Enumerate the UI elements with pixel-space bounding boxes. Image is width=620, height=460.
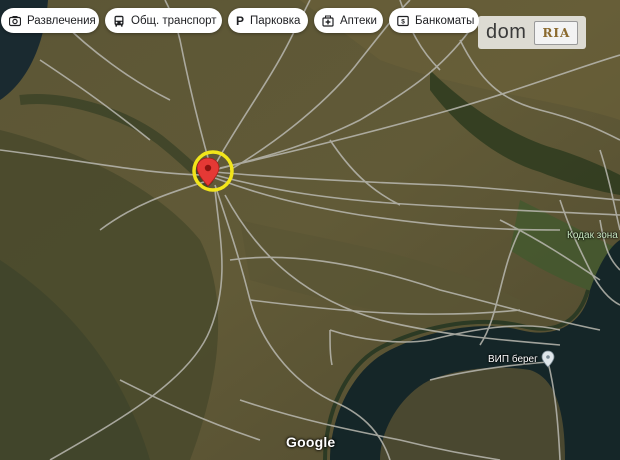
map-canvas[interactable]: Развлечения Общ. транспорт P Парковка Ап… — [0, 0, 620, 460]
pharmacy-icon — [322, 15, 334, 27]
satellite-terrain — [0, 0, 620, 460]
camera-icon — [9, 15, 21, 27]
chip-label: Общ. транспорт — [131, 14, 217, 27]
logo-badge: RIA — [534, 20, 579, 45]
chip-pharmacies[interactable]: Аптеки — [314, 8, 383, 33]
chip-parking[interactable]: P Парковка — [228, 8, 308, 33]
chip-label: Банкоматы — [415, 14, 475, 27]
chip-atms[interactable]: $ Банкоматы — [389, 8, 479, 33]
chip-public-transport[interactable]: Общ. транспорт — [105, 8, 222, 33]
chip-label: Парковка — [250, 14, 301, 27]
domria-logo[interactable]: dom RIA — [478, 16, 586, 49]
place-label-kodak[interactable]: Кодак зона — [567, 230, 618, 241]
place-label-vip[interactable]: ВИП берег — [488, 354, 538, 365]
bus-icon — [113, 15, 125, 27]
atm-icon: $ — [397, 15, 409, 27]
chip-label: Аптеки — [340, 14, 377, 27]
google-attribution: Google — [286, 434, 336, 450]
parking-icon: P — [236, 13, 245, 28]
chip-entertainment[interactable]: Развлечения — [1, 8, 99, 33]
logo-text: dom — [486, 21, 527, 43]
svg-text:$: $ — [401, 18, 405, 25]
chip-label: Развлечения — [27, 14, 96, 27]
